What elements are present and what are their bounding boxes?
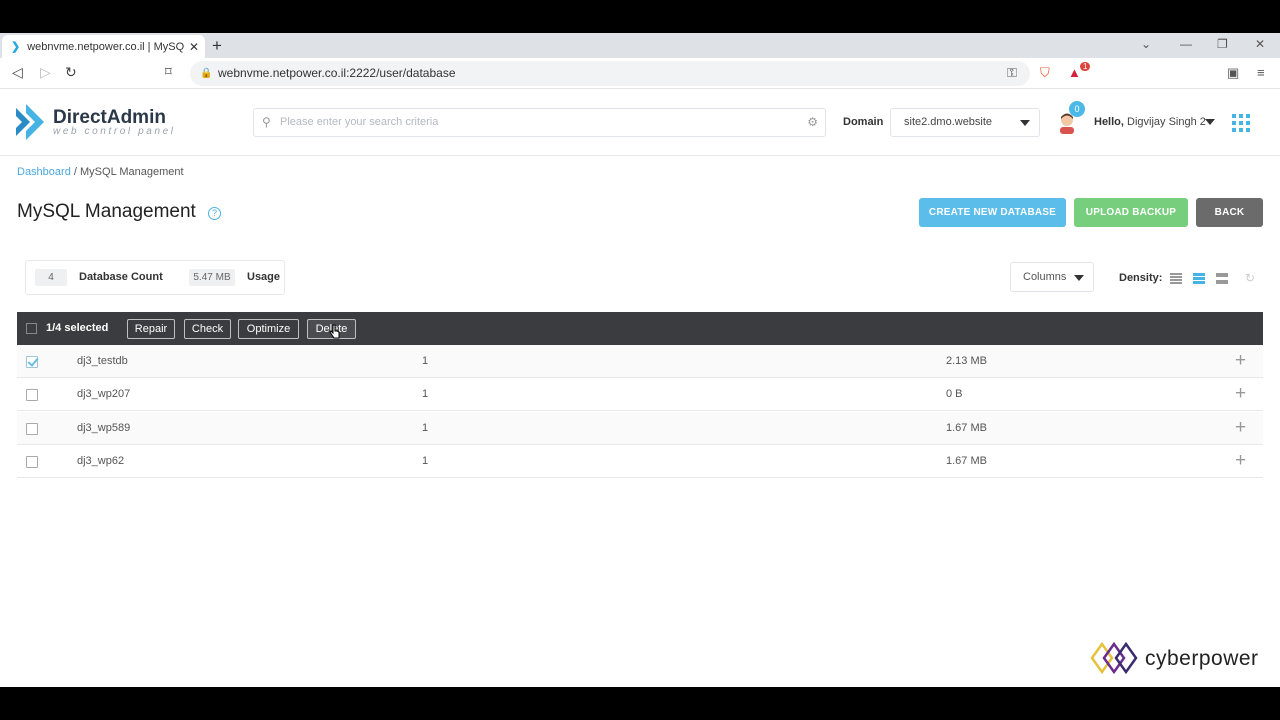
density-normal-icon[interactable] [1193,273,1205,284]
expand-plus-icon[interactable]: + [1235,417,1246,439]
row-checkbox[interactable] [26,389,38,401]
database-name[interactable]: dj3_wp62 [77,455,124,467]
database-size: 2.13 MB [946,355,987,367]
bookmark-icon[interactable]: ⌑ [165,64,172,80]
database-size: 1.67 MB [946,422,987,434]
check-button[interactable]: Check [184,319,231,339]
database-count-value: 4 [35,269,67,286]
back-icon[interactable]: ◁ [12,64,23,81]
expand-plus-icon[interactable]: + [1235,383,1246,405]
density-label: Density: [1119,272,1163,284]
restore-icon[interactable]: ❐ [1217,37,1228,51]
reload-icon[interactable]: ↻ [65,64,77,81]
repair-button[interactable]: Repair [127,319,175,339]
refresh-icon[interactable]: ↻ [1245,271,1255,285]
domain-value: site2.dmo.website [904,116,993,128]
database-name[interactable]: dj3_testdb [77,355,128,367]
database-users: 1 [422,388,429,400]
database-users: 1 [422,455,429,467]
forward-icon[interactable]: ▷ [40,64,51,81]
database-size: 0 B [946,388,963,400]
apps-grid-icon[interactable] [1232,114,1250,132]
directadmin-favicon-icon: ❯ [11,41,21,53]
search-placeholder: Please enter your search criteria [280,116,439,128]
domain-label: Domain [843,116,884,128]
database-name[interactable]: dj3_wp589 [77,422,130,434]
database-size: 1.67 MB [946,455,987,467]
wallet-icon[interactable]: ▣ [1227,65,1239,81]
database-count-label: Database Count [79,271,163,283]
user-name: Digvijay Singh 2 [1127,116,1206,128]
url-bar[interactable]: 🔒 webnvme.netpower.co.il:2222/user/datab… [190,61,1030,86]
select-all-checkbox[interactable] [26,323,37,334]
database-name[interactable]: dj3_wp207 [77,388,130,400]
search-icon: ⚲ [262,115,271,129]
address-toolbar: ◁ ▷ ↻ ⌑ 🔒 webnvme.netpower.co.il:2222/us… [0,58,1280,89]
chevron-down-icon [1020,120,1030,126]
directadmin-logo-icon[interactable] [16,104,48,140]
watermark-text: cyberpower [1145,647,1259,670]
table-row[interactable]: dj3_wp62 1 1.67 MB + [17,445,1263,478]
stats-panel: 4 Database Count 5.47 MB Usage [25,260,285,295]
database-users: 1 [422,422,429,434]
tab-title: webnvme.netpower.co.il | MySQL [27,40,184,53]
columns-label: Columns [1023,271,1067,283]
breadcrumb-separator: / [73,166,77,178]
expand-plus-icon[interactable]: + [1235,350,1246,372]
create-database-button[interactable]: CREATE NEW DATABASE [919,198,1066,227]
brave-shield-icon[interactable]: ⛉ [1040,65,1050,81]
table-row[interactable]: dj3_wp207 1 0 B + [17,378,1263,411]
database-users: 1 [422,355,429,367]
logo-subtitle: web control panel [53,126,176,137]
row-checkbox[interactable] [26,456,38,468]
bulk-action-bar: 1/4 selected Repair Check Optimize Delet… [17,312,1263,345]
minimize-icon[interactable]: — [1180,37,1192,51]
user-chevron-down-icon[interactable] [1205,119,1215,125]
app-header: DirectAdmin web control panel ⚲ Please e… [0,89,1280,156]
density-comfortable-icon[interactable] [1216,273,1228,284]
usage-value: 5.47 MB [189,269,235,286]
selected-count: 1/4 selected [46,322,109,334]
url-text: webnvme.netpower.co.il:2222/user/databas… [218,66,456,80]
columns-dropdown[interactable]: Columns [1010,262,1094,292]
browser-window: ❯ webnvme.netpower.co.il | MySQL ✕ + ⌄ —… [0,33,1280,687]
rewards-icon[interactable]: ▲ [1068,65,1081,80]
upload-backup-button[interactable]: UPLOAD BACKUP [1074,198,1188,227]
row-checkbox[interactable] [26,356,38,368]
menu-icon[interactable]: ≡ [1257,65,1265,80]
table-row[interactable]: dj3_testdb 1 2.13 MB + [17,345,1263,378]
expand-plus-icon[interactable]: + [1235,450,1246,472]
table-row[interactable]: dj3_wp589 1 1.67 MB + [17,412,1263,445]
hello-label: Hello, [1094,116,1124,128]
row-checkbox[interactable] [26,423,38,435]
pointer-cursor-icon [329,324,340,339]
help-icon[interactable]: ? [208,207,221,220]
key-icon[interactable]: ⚿ [1007,65,1017,81]
rewards-badge: 1 [1080,62,1091,71]
breadcrumb: Dashboard / MySQL Management [17,166,184,178]
lock-icon: 🔒 [200,68,213,79]
usage-label: Usage [247,271,281,283]
optimize-button[interactable]: Optimize [238,319,299,339]
browser-tab[interactable]: ❯ webnvme.netpower.co.il | MySQL ✕ [2,35,205,58]
search-input[interactable]: ⚲ Please enter your search criteria ⚙ [253,108,826,137]
gear-icon[interactable]: ⚙ [807,109,818,136]
tab-search-icon[interactable]: ⌄ [1141,37,1151,51]
columns-chevron-down-icon [1074,275,1084,281]
back-button[interactable]: BACK [1196,198,1263,227]
close-tab-icon[interactable]: ✕ [189,40,199,54]
breadcrumb-current: MySQL Management [80,166,184,178]
user-menu[interactable]: Hello, Digvijay Singh 2 [1094,116,1206,128]
density-compact-icon[interactable] [1170,273,1182,284]
new-tab-icon[interactable]: + [212,36,222,56]
page-title: MySQL Management [17,201,196,222]
notification-badge[interactable]: 0 [1069,101,1085,117]
tab-strip: ❯ webnvme.netpower.co.il | MySQL ✕ + ⌄ —… [0,33,1280,58]
domain-select[interactable]: site2.dmo.website [890,108,1040,137]
close-window-icon[interactable]: ✕ [1255,37,1265,51]
breadcrumb-dashboard-link[interactable]: Dashboard [17,166,71,178]
